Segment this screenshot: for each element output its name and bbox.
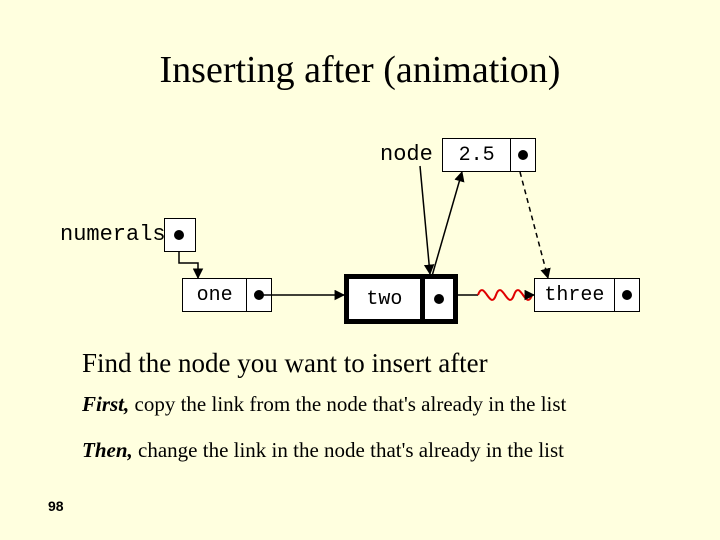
numerals-head-pointer	[164, 218, 196, 252]
dot-icon	[174, 230, 184, 240]
instruction-then-rest: change the link in the node that's alrea…	[133, 438, 564, 462]
node-one-value: one	[183, 279, 246, 311]
node-one-pointer	[246, 279, 271, 311]
instruction-first: First, copy the link from the node that'…	[82, 392, 566, 417]
node-three: three	[534, 278, 640, 312]
arrow-node-to-two	[420, 166, 430, 274]
dot-icon	[518, 150, 528, 160]
node-three-value: three	[535, 279, 614, 311]
node-2-5-value: 2.5	[443, 139, 510, 171]
arrow-two-to-25	[432, 172, 462, 276]
node-two: two	[344, 274, 458, 324]
arrow-25-to-three-dashed	[520, 172, 548, 278]
squiggle-deleted-link	[478, 290, 532, 300]
page-number: 98	[48, 498, 64, 514]
node-one: one	[182, 278, 272, 312]
numerals-head-dot	[165, 219, 193, 251]
instruction-then-em: Then,	[82, 438, 133, 462]
dot-icon	[254, 290, 264, 300]
arrow-numerals-to-one	[179, 251, 198, 278]
label-numerals: numerals	[60, 222, 166, 247]
slide-title: Inserting after (animation)	[0, 48, 720, 92]
node-2-5-pointer	[510, 139, 535, 171]
label-node: node	[380, 142, 433, 167]
dot-icon	[434, 294, 444, 304]
instruction-then: Then, change the link in the node that's…	[82, 438, 564, 463]
instruction-first-em: First,	[82, 392, 129, 416]
instruction-find: Find the node you want to insert after	[82, 348, 488, 379]
node-2-5: 2.5	[442, 138, 536, 172]
dot-icon	[622, 290, 632, 300]
node-three-pointer	[614, 279, 639, 311]
node-two-pointer	[420, 279, 453, 319]
node-two-value: two	[349, 279, 420, 319]
instruction-first-rest: copy the link from the node that's alrea…	[129, 392, 566, 416]
